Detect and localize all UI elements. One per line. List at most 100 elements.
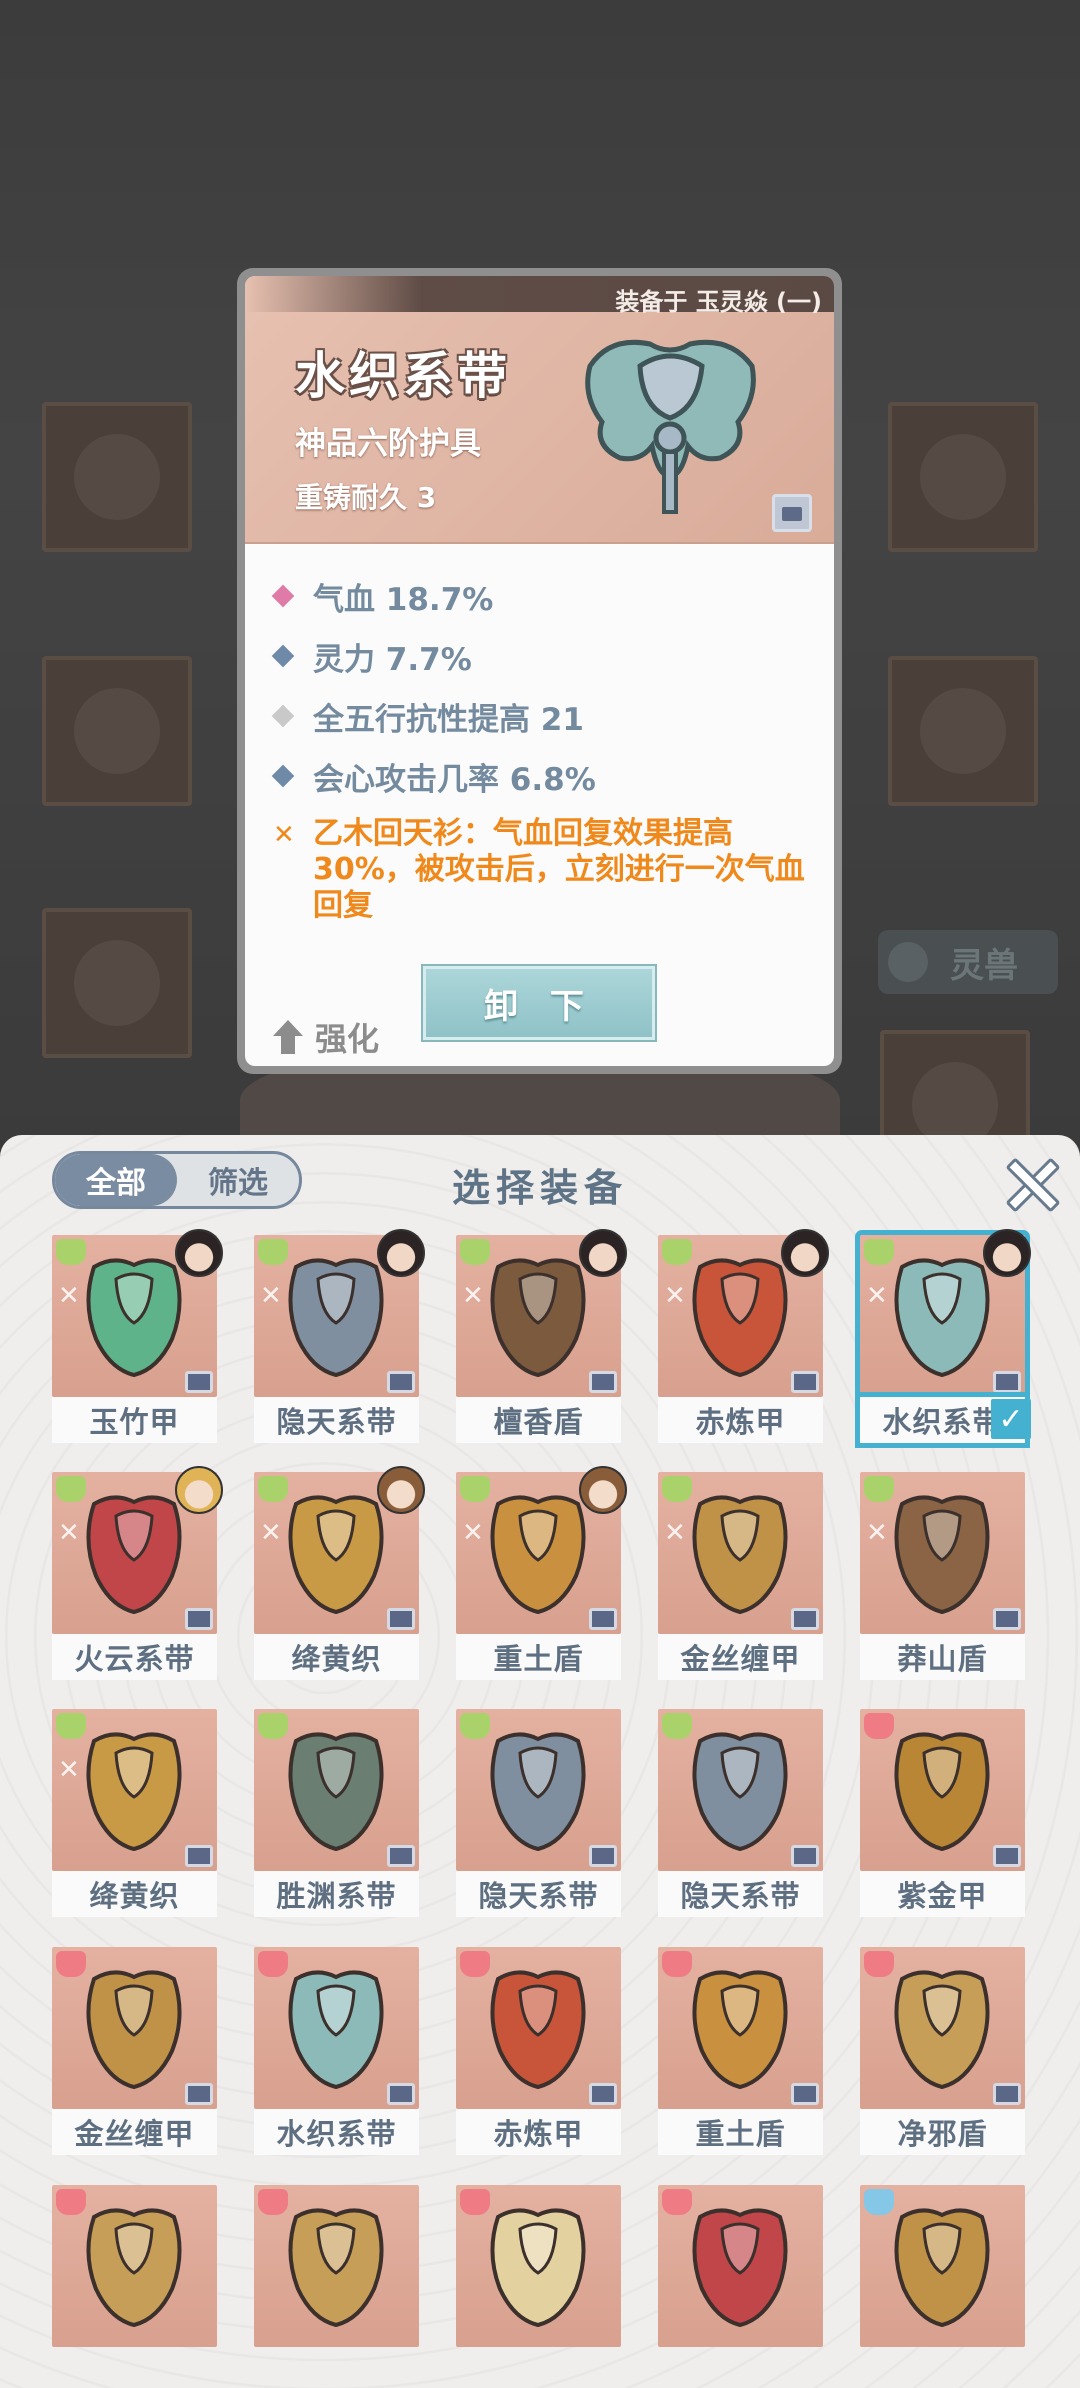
background-slot	[42, 402, 192, 552]
item-stats: 气血 18.7% 灵力 7.7% 全五行抗性提高 21 会心攻击几率 6.8% …	[269, 566, 824, 924]
lock-icon	[185, 1371, 213, 1393]
set-effect-icon: ✕	[58, 1281, 80, 1311]
background-slot	[888, 402, 1038, 552]
spirit-beast-tag: 灵兽	[878, 930, 1058, 994]
equipment-item[interactable]: ✕ 隐天系带	[254, 1229, 425, 1445]
equipment-icon	[86, 1258, 182, 1378]
item-name: 水织系带	[295, 347, 511, 405]
stat-row: 全五行抗性提高 21	[269, 686, 824, 746]
equipment-name: 檀香盾	[456, 1397, 621, 1443]
item-detail-inner: 装备于 玉灵焱 (一) 水织系带 神品六阶护具 重铸耐久 3 气血 18.7% …	[245, 276, 834, 1066]
equipment-item[interactable]: 重土盾	[658, 1947, 823, 2157]
equipment-image	[254, 2185, 419, 2347]
equipment-item[interactable]: ✕ 莽山盾	[860, 1472, 1025, 1682]
equipment-item[interactable]: 隐天系带	[658, 1709, 823, 1919]
equipment-item[interactable]: ✕ 绛黄织	[52, 1709, 217, 1919]
equipment-select-panel: 全部 筛选 选择装备 ✕ 玉竹甲 ✕ 隐天系带 ✕ 檀香盾 ✕ 赤炼甲 ✕ 水织系带 ✓ ✕ 火云系带 ✕…	[0, 1135, 1080, 2388]
stat-row: 气血 18.7%	[269, 566, 824, 626]
equipment-name: 水织系带	[254, 2109, 419, 2155]
equipment-image	[658, 2185, 823, 2347]
set-effect-icon: ✕	[462, 1281, 484, 1311]
equipment-item[interactable]: ✕ 火云系带	[52, 1466, 223, 1682]
equipment-icon	[490, 1258, 586, 1378]
equipment-name: 隐天系带	[456, 1871, 621, 1917]
equipment-item[interactable]	[860, 2185, 1025, 2388]
lock-icon	[589, 1371, 617, 1393]
set-effect-icon: ✕	[260, 1281, 282, 1311]
equipment-icon	[894, 1258, 990, 1378]
set-effect-icon: ✕	[664, 1281, 686, 1311]
quality-badge-icon	[460, 1476, 490, 1502]
equipment-image	[860, 2185, 1025, 2347]
quality-badge-icon	[864, 1713, 894, 1739]
unequip-button[interactable]: 卸 下	[421, 964, 657, 1042]
quality-badge-icon	[864, 1951, 894, 1977]
equipment-item[interactable]: ✕ 赤炼甲	[658, 1229, 829, 1445]
equipment-item[interactable]: ✕ 檀香盾	[456, 1229, 627, 1445]
equipment-item[interactable]: 金丝缠甲	[52, 1947, 217, 2157]
equipment-image	[456, 1709, 621, 1871]
equipment-item[interactable]: 净邪盾	[860, 1947, 1025, 2157]
quality-badge-icon	[460, 1951, 490, 1977]
arrow-up-icon	[273, 1020, 303, 1054]
equipment-item[interactable]: ✕ 玉竹甲	[52, 1229, 223, 1445]
equipment-icon	[490, 2208, 586, 2328]
equipment-item[interactable]: 赤炼甲	[456, 1947, 621, 2157]
enhance-button[interactable]: 强化	[273, 1014, 379, 1060]
equipment-image	[254, 1947, 419, 2109]
equipment-item[interactable]: ✕ 水织系带 ✓	[855, 1229, 1031, 1448]
quality-badge-icon	[56, 1476, 86, 1502]
background-slot	[42, 656, 192, 806]
equipment-item[interactable]: ✕ 重土盾	[456, 1466, 627, 1682]
equipment-icon	[288, 1495, 384, 1615]
quality-badge-icon	[258, 1713, 288, 1739]
equipment-item[interactable]: 水织系带	[254, 1947, 419, 2157]
belt-item-icon	[585, 339, 756, 514]
quality-badge-icon	[56, 1713, 86, 1739]
lock-icon	[185, 2083, 213, 2105]
equipment-item[interactable]	[254, 2185, 419, 2388]
owner-avatar	[579, 1229, 627, 1277]
quality-badge-icon	[864, 2189, 894, 2215]
quality-badge-icon	[460, 1713, 490, 1739]
equipment-item[interactable]: 隐天系带	[456, 1709, 621, 1919]
enhance-label: 强化	[315, 1020, 380, 1058]
equipment-icon	[490, 1495, 586, 1615]
owner-avatar	[377, 1229, 425, 1277]
lock-icon	[387, 1608, 415, 1630]
lock-icon[interactable]	[772, 494, 812, 532]
equipment-item[interactable]: 紫金甲	[860, 1709, 1025, 1919]
equipment-item[interactable]: ✕ 金丝缠甲	[658, 1472, 823, 1682]
owner-avatar	[983, 1229, 1031, 1277]
set-effect-icon: ✕	[664, 1518, 686, 1548]
lock-icon	[993, 1608, 1021, 1630]
owner-avatar	[377, 1466, 425, 1514]
equipment-item[interactable]: 胜渊系带	[254, 1709, 419, 1919]
special-effect-text: 乙木回天衫：气血回复效果提高30%，被攻击后，立刻进行一次气血回复	[313, 816, 805, 923]
equipment-image	[860, 1947, 1025, 2109]
set-effect-icon: ✕	[58, 1518, 80, 1548]
equipment-icon	[894, 1970, 990, 2090]
lock-icon	[185, 1845, 213, 1867]
equipment-icon	[86, 2208, 182, 2328]
equipment-item[interactable]	[456, 2185, 621, 2388]
equipment-image	[456, 2185, 621, 2347]
lock-icon	[387, 1845, 415, 1867]
quality-badge-icon	[460, 2189, 490, 2215]
lock-icon	[387, 1371, 415, 1393]
diamond-icon	[271, 644, 295, 668]
quality-badge-icon	[864, 1476, 894, 1502]
quality-badge-icon	[56, 1239, 86, 1265]
equipment-icon	[288, 1970, 384, 2090]
check-icon: ✓	[991, 1399, 1031, 1439]
equipment-item[interactable]	[52, 2185, 217, 2388]
equipment-icon	[288, 1732, 384, 1852]
lock-icon	[791, 2083, 819, 2105]
equipped-on-label: 装备于 玉灵焱 (一)	[245, 276, 834, 316]
equipment-image: ✕	[658, 1472, 823, 1634]
spirit-beast-label: 灵兽	[950, 945, 1018, 986]
close-icon[interactable]	[1004, 1157, 1054, 1207]
equipment-item[interactable]: ✕ 绛黄织	[254, 1466, 425, 1682]
equipment-item[interactable]	[658, 2185, 823, 2388]
equipment-name: 金丝缠甲	[658, 1634, 823, 1680]
